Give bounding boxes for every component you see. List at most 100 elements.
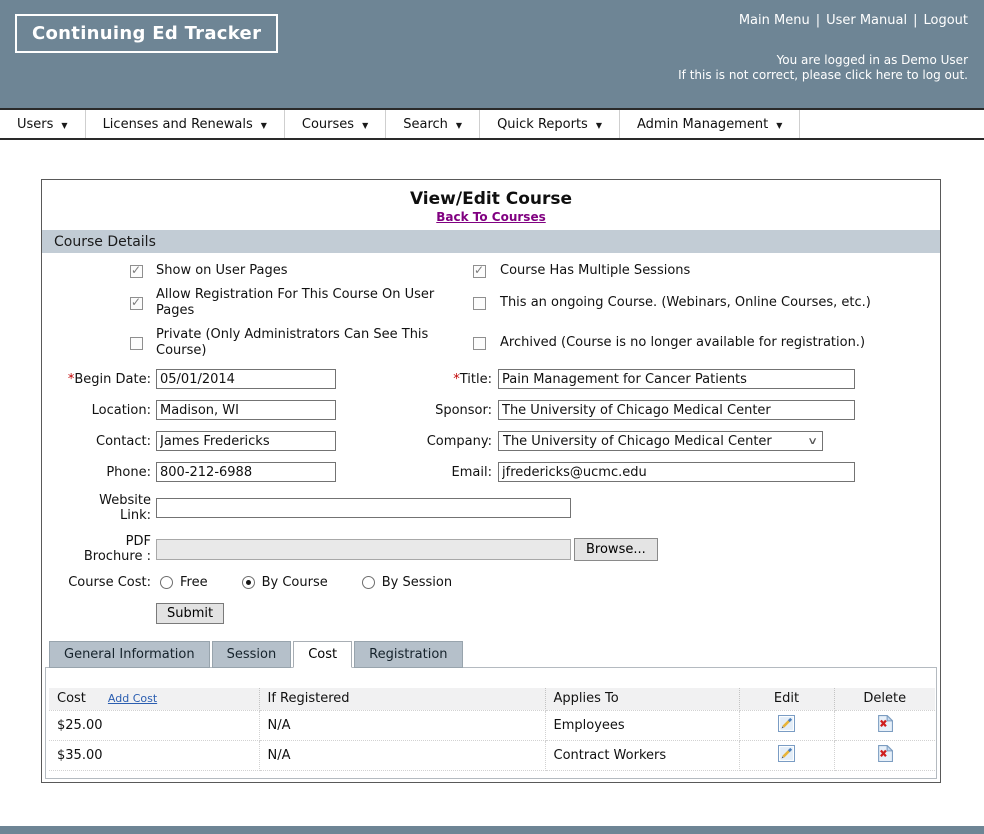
archived-course-checkbox[interactable]: [473, 337, 486, 350]
nav-item-quick-reports[interactable]: Quick Reports▼: [480, 110, 620, 138]
click-here-logout-link[interactable]: click here: [845, 68, 903, 82]
allow-registration-label: Allow Registration For This Course On Us…: [156, 287, 473, 319]
email-label: Email:: [336, 465, 492, 480]
free-radio[interactable]: [160, 576, 173, 589]
show-on-user-pages-label: Show on User Pages: [156, 263, 288, 279]
sponsor-field[interactable]: [498, 400, 855, 420]
by-session-radio[interactable]: [362, 576, 375, 589]
course-tabs: General Information Session Cost Registr…: [49, 641, 940, 668]
app-logo: Continuing Ed Tracker: [15, 14, 278, 53]
if-registered-cell: N/A: [259, 710, 545, 740]
flag-row: Allow Registration For This Course On Us…: [130, 287, 940, 319]
chevron-down-icon: ▼: [261, 119, 267, 130]
pdf-brochure-file-field[interactable]: [156, 539, 571, 560]
flag-row: Show on User Pages Course Has Multiple S…: [130, 263, 940, 279]
applies-to-cell: Contract Workers: [545, 740, 739, 770]
phone-label: Phone:: [42, 465, 151, 480]
company-select-value: The University of Chicago Medical Center: [503, 434, 772, 449]
nav-item-search[interactable]: Search▼: [386, 110, 480, 138]
nav-item-admin-management[interactable]: Admin Management▼: [620, 110, 800, 138]
tab-session[interactable]: Session: [212, 641, 292, 668]
contact-label: Contact:: [42, 434, 151, 449]
delete-icon[interactable]: [877, 745, 893, 762]
title-field[interactable]: [498, 369, 855, 389]
email-field[interactable]: [498, 462, 855, 482]
if-registered-column-header: If Registered: [259, 688, 545, 710]
edit-icon[interactable]: [778, 715, 795, 732]
cost-table-header-row: CostAdd Cost If Registered Applies To Ed…: [49, 688, 935, 710]
begin-date-field[interactable]: [156, 369, 336, 389]
archived-course-label: Archived (Course is no longer available …: [500, 335, 865, 351]
logged-in-logout-line: If this is not correct, please click her…: [678, 68, 968, 83]
chevron-down-icon: ▼: [776, 119, 782, 130]
pdf-brochure-label: PDF Brochure :: [42, 534, 151, 564]
by-course-radio-label: By Course: [262, 575, 328, 590]
applies-to-cell: Employees: [545, 710, 739, 740]
cost-cell: $35.00: [49, 740, 259, 770]
tab-cost[interactable]: Cost: [293, 641, 352, 668]
header-links: Main Menu | User Manual | Logout: [739, 13, 968, 28]
flag-row: Private (Only Administrators Can See Thi…: [130, 327, 940, 359]
table-row: $35.00 N/A Contract Workers: [49, 740, 935, 770]
by-course-radio[interactable]: [242, 576, 255, 589]
chevron-down-icon: ▼: [61, 119, 67, 130]
logged-in-user-line: You are logged in as Demo User: [678, 53, 968, 68]
location-field[interactable]: [156, 400, 336, 420]
course-form: *Begin Date: *Title: Location: Sponsor: …: [42, 367, 940, 624]
delete-column-header: Delete: [834, 688, 935, 710]
location-label: Location:: [42, 403, 151, 418]
nav-item-licenses-and-renewals[interactable]: Licenses and Renewals▼: [86, 110, 285, 138]
cost-table: CostAdd Cost If Registered Applies To Ed…: [49, 688, 935, 771]
contact-field[interactable]: [156, 431, 336, 451]
logged-in-notice: You are logged in as Demo User If this i…: [678, 53, 968, 83]
nav-item-courses[interactable]: Courses▼: [285, 110, 386, 138]
begin-date-label: *Begin Date:: [42, 372, 151, 387]
delete-icon[interactable]: [877, 715, 893, 732]
app-header: Continuing Ed Tracker Main Menu | User Man…: [0, 0, 984, 108]
cost-column-header: CostAdd Cost: [49, 688, 259, 710]
tab-registration[interactable]: Registration: [354, 641, 462, 668]
course-edit-panel: View/Edit Course Back To Courses Course …: [41, 179, 941, 783]
title-label: *Title:: [336, 372, 492, 387]
if-registered-cell: N/A: [259, 740, 545, 770]
nav-item-users[interactable]: Users▼: [0, 110, 86, 138]
website-link-field[interactable]: [156, 498, 571, 518]
user-manual-link[interactable]: User Manual: [826, 13, 907, 28]
private-course-label: Private (Only Administrators Can See Thi…: [156, 327, 473, 359]
course-cost-options: Free By Course By Session: [156, 575, 452, 590]
ongoing-course-checkbox[interactable]: [473, 297, 486, 310]
course-flags: Show on User Pages Course Has Multiple S…: [42, 253, 940, 359]
show-on-user-pages-checkbox[interactable]: [130, 265, 143, 278]
page-footer-bar: [0, 826, 984, 834]
browse-button[interactable]: Browse...: [574, 538, 658, 561]
edit-icon[interactable]: [778, 745, 795, 762]
chevron-down-icon: ▼: [362, 119, 368, 130]
link-separator: |: [816, 13, 820, 28]
by-session-radio-label: By Session: [382, 575, 452, 590]
ongoing-course-label: This an ongoing Course. (Webinars, Onlin…: [500, 295, 871, 311]
logout-link[interactable]: Logout: [923, 13, 968, 28]
phone-field[interactable]: [156, 462, 336, 482]
sponsor-label: Sponsor:: [336, 403, 492, 418]
chevron-down-icon: ∨: [807, 436, 818, 447]
free-radio-label: Free: [180, 575, 208, 590]
add-cost-link[interactable]: Add Cost: [108, 692, 157, 705]
edit-column-header: Edit: [739, 688, 834, 710]
tab-general-information[interactable]: General Information: [49, 641, 210, 668]
course-cost-label: Course Cost:: [42, 575, 151, 590]
back-to-courses-link[interactable]: Back To Courses: [42, 210, 940, 224]
main-navigation: Users▼ Licenses and Renewals▼ Courses▼ S…: [0, 108, 984, 140]
page-title: View/Edit Course: [42, 189, 940, 209]
multiple-sessions-checkbox[interactable]: [473, 265, 486, 278]
company-label: Company:: [336, 434, 492, 449]
course-details-section-header: Course Details: [42, 230, 940, 253]
link-separator: |: [913, 13, 917, 28]
main-menu-link[interactable]: Main Menu: [739, 13, 810, 28]
private-course-checkbox[interactable]: [130, 337, 143, 350]
cost-cell: $25.00: [49, 710, 259, 740]
company-select[interactable]: The University of Chicago Medical Center…: [498, 431, 823, 451]
cost-tab-panel: CostAdd Cost If Registered Applies To Ed…: [45, 667, 937, 779]
table-row: $25.00 N/A Employees: [49, 710, 935, 740]
allow-registration-checkbox[interactable]: [130, 297, 143, 310]
submit-button[interactable]: Submit: [156, 603, 224, 624]
